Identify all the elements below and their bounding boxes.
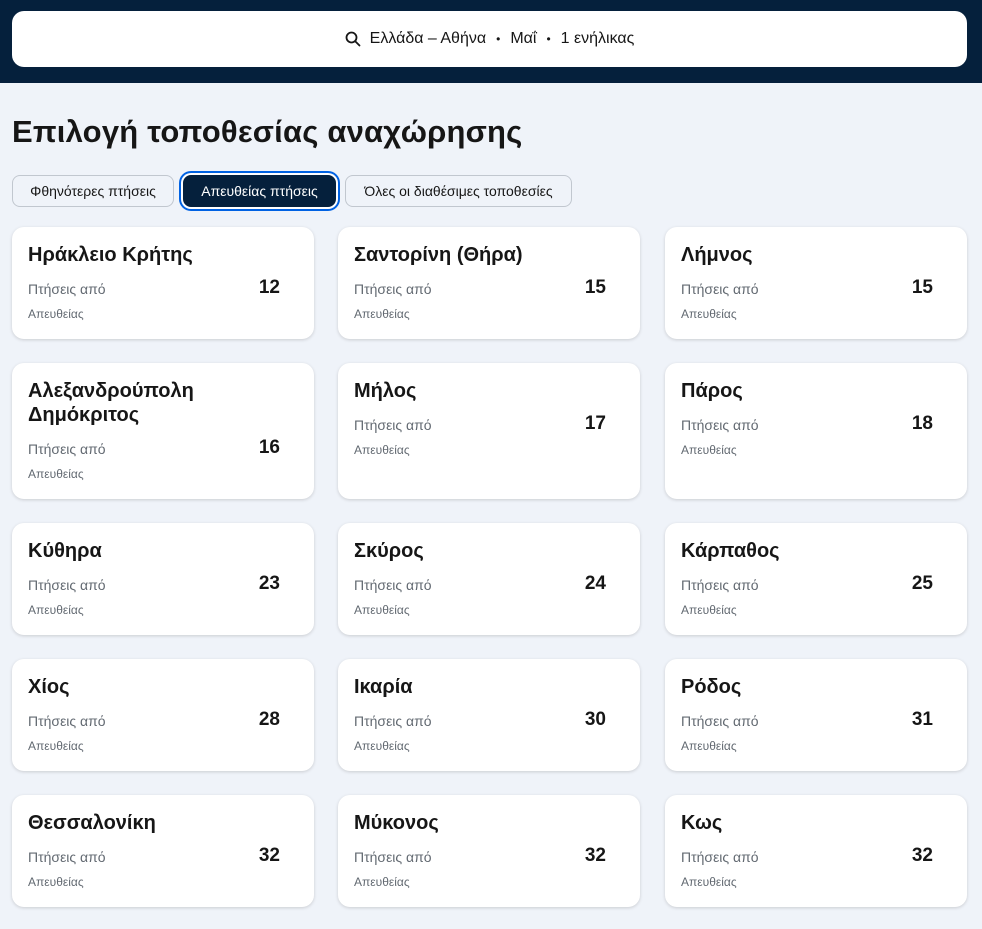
- card-price: 16: [258, 437, 280, 458]
- card-from-label: Πτήσεις από: [354, 417, 432, 433]
- card-city-name: Μύκονος: [354, 812, 439, 834]
- destination-card[interactable]: Μύκονος Πτήσεις από 32 Απευθείας: [338, 795, 640, 907]
- destination-card[interactable]: Κύθηρα Πτήσεις από 23 Απευθείας: [12, 523, 314, 635]
- card-from-label: Πτήσεις από: [28, 281, 106, 297]
- tab-cheapest-flights[interactable]: Φθηνότερες πτήσεις: [12, 175, 174, 207]
- card-price: 32: [584, 845, 606, 866]
- card-price: 15: [584, 277, 606, 298]
- card-city-name: Λήμνος: [681, 244, 753, 266]
- card-direct-label: Απευθείας: [354, 739, 410, 753]
- destination-card[interactable]: Αλεξανδρούπολη Δημόκριτος Πτήσεις από 16 Απ…: [12, 363, 314, 499]
- destination-card[interactable]: Λήμνος Πτήσεις από 15 Απευθείας: [665, 227, 967, 339]
- card-from-label: Πτήσεις από: [681, 577, 759, 593]
- tab-direct-flights[interactable]: Απευθείας πτήσεις: [183, 175, 336, 207]
- card-from-label: Πτήσεις από: [28, 849, 106, 865]
- search-travellers: 1 ενήλικας: [560, 30, 635, 47]
- card-direct-label: Απευθείας: [28, 467, 84, 481]
- card-direct-label: Απευθείας: [354, 443, 410, 457]
- card-direct-label: Απευθείας: [28, 875, 84, 889]
- card-city-name: Κάρπαθος: [681, 540, 780, 562]
- card-price: 32: [258, 845, 280, 866]
- card-price: 17: [584, 413, 606, 434]
- card-price: 25: [911, 573, 933, 594]
- filter-tabs: Φθηνότερες πτήσεις Απευθείας πτήσεις Όλε…: [12, 175, 572, 207]
- destination-card[interactable]: Ικαρία Πτήσεις από 30 Απευθείας: [338, 659, 640, 771]
- destination-card[interactable]: Πάρος Πτήσεις από 18 Απευθείας: [665, 363, 967, 499]
- destination-card[interactable]: Χίος Πτήσεις από 28 Απευθείας: [12, 659, 314, 771]
- card-city-name: Σκύρος: [354, 540, 424, 562]
- card-price: 31: [911, 709, 933, 730]
- card-price: 15: [911, 277, 933, 298]
- card-direct-label: Απευθείας: [681, 307, 737, 321]
- card-price: 32: [911, 845, 933, 866]
- card-price: 24: [584, 573, 606, 594]
- card-price: 30: [584, 709, 606, 730]
- destination-card[interactable]: Κως Πτήσεις από 32 Απευθείας: [665, 795, 967, 907]
- card-direct-label: Απευθείας: [28, 603, 84, 617]
- card-from-label: Πτήσεις από: [681, 417, 759, 433]
- card-city-name: Κύθηρα: [28, 540, 102, 562]
- card-direct-label: Απευθείας: [681, 875, 737, 889]
- card-direct-label: Απευθείας: [681, 739, 737, 753]
- card-city-name: Ηράκλειο Κρήτης: [28, 244, 193, 266]
- card-city-name: Χίος: [28, 676, 70, 698]
- card-city-name: Πάρος: [681, 380, 743, 402]
- card-from-label: Πτήσεις από: [28, 713, 106, 729]
- card-price: 28: [258, 709, 280, 730]
- top-header-bar: Ελλάδα – Αθήνα • Μαΐ • 1 ενήλικας: [0, 0, 982, 83]
- separator-dot: •: [546, 32, 551, 46]
- destination-card[interactable]: Σαντορίνη (Θήρα) Πτήσεις από 15 Απευθείας: [338, 227, 640, 339]
- card-from-label: Πτήσεις από: [354, 577, 432, 593]
- card-direct-label: Απευθείας: [354, 603, 410, 617]
- card-from-label: Πτήσεις από: [354, 281, 432, 297]
- search-summary-bar[interactable]: Ελλάδα – Αθήνα • Μαΐ • 1 ενήλικας: [12, 11, 967, 67]
- separator-dot: •: [496, 32, 501, 46]
- card-city-name: Σαντορίνη (Θήρα): [354, 244, 523, 266]
- card-from-label: Πτήσεις από: [28, 577, 106, 593]
- card-city-name: Θεσσαλονίκη: [28, 812, 156, 834]
- tab-all-locations[interactable]: Όλες οι διαθέσιμες τοποθεσίες: [345, 175, 572, 207]
- card-from-label: Πτήσεις από: [28, 441, 106, 457]
- card-price: 18: [911, 413, 933, 434]
- card-from-label: Πτήσεις από: [354, 713, 432, 729]
- destination-card[interactable]: Σκύρος Πτήσεις από 24 Απευθείας: [338, 523, 640, 635]
- card-city-name: Μήλος: [354, 380, 417, 402]
- card-direct-label: Απευθείας: [681, 603, 737, 617]
- destination-card[interactable]: Ρόδος Πτήσεις από 31 Απευθείας: [665, 659, 967, 771]
- card-from-label: Πτήσεις από: [354, 849, 432, 865]
- search-icon: [345, 31, 361, 47]
- card-price: 23: [258, 573, 280, 594]
- card-city-name: Ικαρία: [354, 676, 413, 698]
- card-from-label: Πτήσεις από: [681, 849, 759, 865]
- card-city-name: Αλεξανδρούπολη Δημόκριτος: [28, 380, 194, 426]
- card-from-label: Πτήσεις από: [681, 281, 759, 297]
- card-price: 12: [258, 277, 280, 298]
- page-title: Επιλογή τοποθεσίας αναχώρησης: [12, 114, 523, 149]
- card-city-name: Κως: [681, 812, 723, 834]
- card-from-label: Πτήσεις από: [681, 713, 759, 729]
- card-direct-label: Απευθείας: [28, 739, 84, 753]
- destination-card[interactable]: Μήλος Πτήσεις από 17 Απευθείας: [338, 363, 640, 499]
- card-direct-label: Απευθείας: [28, 307, 84, 321]
- destination-card[interactable]: Θεσσαλονίκη Πτήσεις από 32 Απευθείας: [12, 795, 314, 907]
- destination-card[interactable]: Κάρπαθος Πτήσεις από 25 Απευθείας: [665, 523, 967, 635]
- search-destination: Ελλάδα – Αθήνα: [369, 30, 487, 47]
- card-direct-label: Απευθείας: [354, 875, 410, 889]
- destination-card[interactable]: Ηράκλειο Κρήτης Πτήσεις από 12 Απευθείας: [12, 227, 314, 339]
- search-month: Μαΐ: [510, 30, 537, 47]
- card-direct-label: Απευθείας: [681, 443, 737, 457]
- card-city-name: Ρόδος: [681, 676, 742, 698]
- card-direct-label: Απευθείας: [354, 307, 410, 321]
